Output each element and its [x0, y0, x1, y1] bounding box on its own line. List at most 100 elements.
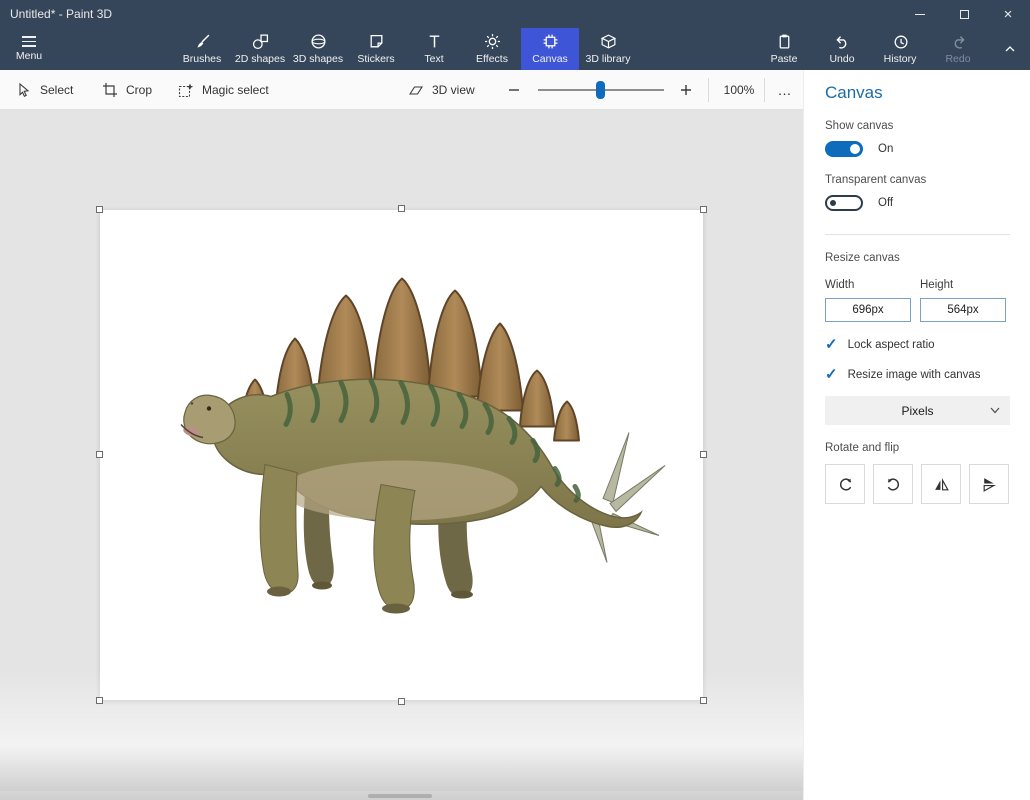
ribbon-tabs: Brushes 2D shapes 3D shapes Stickers Tex…: [173, 28, 637, 70]
rotate-left-button[interactable]: [825, 464, 865, 504]
horizontal-scrollbar[interactable]: [0, 791, 803, 800]
resize-handle-middle-right[interactable]: [700, 451, 707, 458]
undo-button[interactable]: Undo: [813, 28, 871, 70]
resize-canvas-heading: Resize canvas: [825, 252, 1010, 264]
resize-handle-bottom-middle[interactable]: [398, 698, 405, 705]
canvas-panel: Canvas Show canvas On Transparent canvas…: [803, 70, 1030, 800]
action-label: History: [884, 53, 917, 65]
canvas-icon: [542, 33, 559, 50]
tail-spikes: [589, 433, 665, 563]
tab-label: Effects: [476, 53, 508, 65]
3d-view-label: 3D view: [432, 83, 475, 97]
toolbar-separator: [764, 78, 765, 102]
resize-handle-middle-left[interactable]: [96, 451, 103, 458]
tab-stickers[interactable]: Stickers: [347, 28, 405, 70]
magic-select-button[interactable]: Magic select: [178, 70, 269, 109]
units-value: Pixels: [901, 404, 933, 418]
zoom-out-button[interactable]: [506, 70, 522, 109]
3d-shapes-icon: [310, 33, 327, 50]
tab-2d-shapes[interactable]: 2D shapes: [231, 28, 289, 70]
width-label: Width: [825, 279, 911, 291]
ribbon: Menu Brushes 2D shapes 3D shapes Sticker…: [0, 28, 1030, 70]
tab-text[interactable]: Text: [405, 28, 463, 70]
drawing-canvas[interactable]: [100, 210, 703, 700]
chevron-down-icon: [990, 407, 1000, 414]
resize-handle-bottom-left[interactable]: [96, 697, 103, 704]
crop-tool-button[interactable]: Crop: [102, 70, 152, 109]
redo-button[interactable]: Redo: [929, 28, 987, 70]
units-dropdown[interactable]: Pixels: [825, 396, 1010, 425]
rotate-right-button[interactable]: [873, 464, 913, 504]
lock-aspect-label: Lock aspect ratio: [848, 339, 935, 351]
tab-label: Canvas: [532, 53, 568, 65]
transparent-canvas-label: Transparent canvas: [825, 174, 1010, 186]
resize-handle-top-middle[interactable]: [398, 205, 405, 212]
hamburger-icon: [22, 36, 36, 47]
zoom-slider[interactable]: [538, 70, 664, 109]
zoom-in-button[interactable]: [678, 70, 694, 109]
tab-canvas[interactable]: Canvas: [521, 28, 579, 70]
history-icon: [892, 33, 909, 50]
height-input[interactable]: [920, 298, 1006, 322]
zoom-percentage[interactable]: 100%: [716, 70, 762, 109]
rotate-right-icon: [885, 476, 902, 493]
height-label: Height: [920, 279, 1006, 291]
tab-brushes[interactable]: Brushes: [173, 28, 231, 70]
window-controls: ×: [898, 0, 1030, 28]
brush-icon: [194, 33, 211, 50]
maximize-button[interactable]: [942, 0, 986, 28]
menu-button[interactable]: Menu: [0, 28, 58, 70]
minimize-icon: [915, 14, 925, 15]
panel-title: Canvas: [825, 83, 1010, 103]
resize-image-checkbox[interactable]: ✓ Resize image with canvas: [825, 367, 1010, 382]
horizontal-scrollbar-thumb[interactable]: [368, 794, 432, 798]
resize-handle-top-right[interactable]: [700, 206, 707, 213]
resize-handle-bottom-right[interactable]: [700, 697, 707, 704]
3d-view-icon: [408, 82, 424, 98]
rotate-left-icon: [837, 476, 854, 493]
2d-shapes-icon: [252, 33, 269, 50]
tab-3d-shapes[interactable]: 3D shapes: [289, 28, 347, 70]
magic-select-icon: [178, 82, 194, 98]
close-button[interactable]: ×: [986, 0, 1030, 28]
checkmark-icon: ✓: [825, 337, 838, 352]
ribbon-actions: Paste Undo History Redo: [755, 28, 987, 70]
magic-select-label: Magic select: [202, 83, 269, 97]
flip-horizontal-button[interactable]: [921, 464, 961, 504]
more-options-button[interactable]: …: [770, 70, 800, 109]
flip-vertical-button[interactable]: [969, 464, 1009, 504]
tab-label: Text: [424, 53, 443, 65]
stegosaurus-image: [155, 270, 675, 625]
toolbar-separator: [708, 78, 709, 102]
workspace[interactable]: [0, 110, 803, 800]
transparent-canvas-toggle[interactable]: [825, 195, 863, 211]
history-button[interactable]: History: [871, 28, 929, 70]
tab-label: 2D shapes: [235, 53, 285, 65]
lock-aspect-checkbox[interactable]: ✓ Lock aspect ratio: [825, 337, 1010, 352]
action-label: Undo: [829, 53, 854, 65]
panel-divider: [825, 234, 1010, 235]
tab-label: 3D library: [586, 53, 631, 65]
plus-icon: [678, 82, 694, 98]
width-input[interactable]: [825, 298, 911, 322]
select-tool-label: Select: [40, 83, 73, 97]
3d-view-button[interactable]: 3D view: [408, 70, 475, 109]
close-icon: ×: [1004, 6, 1013, 23]
show-canvas-toggle[interactable]: [825, 141, 863, 157]
minimize-button[interactable]: [898, 0, 942, 28]
maximize-icon: [960, 10, 969, 19]
collapse-ribbon-button[interactable]: [996, 28, 1024, 70]
tab-3d-library[interactable]: 3D library: [579, 28, 637, 70]
paste-button[interactable]: Paste: [755, 28, 813, 70]
tab-effects[interactable]: Effects: [463, 28, 521, 70]
dino-head: [181, 395, 235, 444]
effects-icon: [484, 33, 501, 50]
zoom-slider-thumb[interactable]: [596, 81, 605, 99]
toggle-knob: [830, 200, 836, 206]
sticker-icon: [368, 33, 385, 50]
crop-icon: [102, 82, 118, 98]
select-tool-button[interactable]: Select: [16, 70, 73, 109]
resize-handle-top-left[interactable]: [96, 206, 103, 213]
checkmark-icon: ✓: [825, 367, 838, 382]
crop-tool-label: Crop: [126, 83, 152, 97]
